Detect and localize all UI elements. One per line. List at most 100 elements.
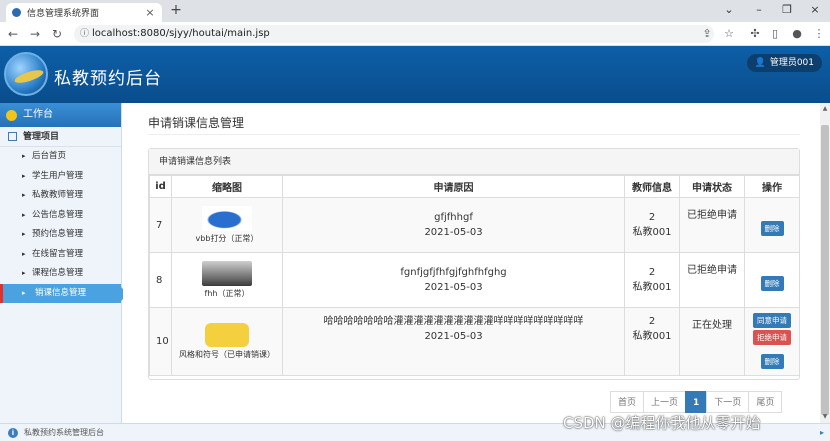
- thumbnail-cell: 风格和符号（已申请销课）: [171, 307, 283, 376]
- sidebar-item-label: 在线留言管理: [32, 248, 84, 259]
- user-icon: 👤: [754, 58, 766, 68]
- page-title: 申请销课信息管理: [148, 116, 245, 130]
- url-text: localhost:8080/sjyy/houtai/main.jsp: [92, 28, 270, 39]
- user-menu-button[interactable]: 👤 管理员001: [746, 54, 822, 72]
- sidebar-item-label: 学生用户管理: [32, 170, 84, 181]
- reload-icon[interactable]: ↻: [50, 27, 64, 41]
- table-row: 10 风格和符号（已申请销课） 哈哈哈哈哈哈哈灌灌灌灌灌灌灌灌灌灌咩咩咩咩咩咩咩…: [149, 307, 800, 376]
- sidebar-item-courses[interactable]: 课程信息管理: [0, 264, 121, 284]
- tab-search-icon[interactable]: ⌄: [722, 3, 736, 16]
- reason-cell: 哈哈哈哈哈哈哈灌灌灌灌灌灌灌灌灌灌咩咩咩咩咩咩咩咩咩 2021-05-03: [282, 307, 625, 376]
- reason-text: 哈哈哈哈哈哈哈灌灌灌灌灌灌灌灌灌灌咩咩咩咩咩咩咩咩咩: [323, 316, 584, 327]
- list-panel: 申请销课信息列表 id 缩略图 申请原因 教师信息 申请状态 操作 7 vbb打…: [148, 148, 800, 380]
- current-page-button[interactable]: 1: [685, 391, 708, 413]
- sidebar-item-bookings[interactable]: 预约信息管理: [0, 225, 121, 245]
- list-icon: [8, 132, 17, 141]
- vertical-scrollbar[interactable]: ▲ ▼: [820, 103, 830, 423]
- sidebar-group-label: 管理项目: [23, 131, 60, 142]
- sidebar-head-label: 工作台: [23, 109, 53, 120]
- menu-kebab-icon[interactable]: ⋮: [812, 27, 826, 40]
- sidebar-item-label: 课程信息管理: [32, 268, 84, 278]
- sidebar-item-label: 预约信息管理: [32, 229, 84, 239]
- status-cell: 已拒绝申请: [679, 197, 745, 253]
- sidebar-item-home[interactable]: 后台首页: [0, 147, 121, 167]
- status-cell: 已拒绝申请: [679, 252, 745, 308]
- scroll-down-icon[interactable]: ▼: [820, 413, 830, 420]
- sidebar-panel-icon[interactable]: ▯: [768, 27, 782, 40]
- forward-icon[interactable]: →: [28, 27, 42, 41]
- sidebar-item-label: 公告信息管理: [32, 209, 84, 220]
- browser-tab[interactable]: 信息管理系统界面 ×: [6, 3, 162, 22]
- teacher-name: 私教001: [632, 331, 672, 342]
- column-header: 申请原因: [282, 175, 625, 198]
- status-cell: 正在处理: [679, 307, 745, 376]
- sidebar-item-students[interactable]: 学生用户管理: [0, 167, 121, 187]
- table-row: 7 vbb打分（正常） gfjfhhgf 2021-05-03 2 私教001 …: [149, 197, 800, 253]
- expand-arrow-icon[interactable]: ▸: [820, 424, 824, 441]
- info-icon[interactable]: ⓘ: [80, 25, 89, 43]
- reason-date: 2021-05-03: [424, 282, 483, 293]
- sidebar-workbench-header[interactable]: 工作台: [0, 103, 121, 127]
- pagination: 首页 上一页 1 下一页 尾页: [610, 391, 783, 413]
- next-page-button[interactable]: 下一页: [706, 391, 750, 413]
- thumbnail-caption: 风格和符号（已申请销课）: [179, 350, 275, 359]
- reason-cell: fgnfjgfjfhfgjfghfhfghg 2021-05-03: [282, 252, 625, 308]
- sidebar-group-manage[interactable]: 管理项目: [0, 127, 121, 147]
- scroll-thumb[interactable]: [821, 125, 829, 415]
- delete-button[interactable]: 删除: [760, 354, 784, 369]
- first-page-button[interactable]: 首页: [610, 391, 645, 413]
- window-close-icon[interactable]: ×: [808, 3, 822, 16]
- back-icon[interactable]: ←: [6, 27, 20, 41]
- thumbnail-image[interactable]: [205, 323, 249, 347]
- browser-tab-title: 信息管理系统界面: [27, 9, 100, 19]
- last-page-button[interactable]: 尾页: [748, 391, 783, 413]
- reason-date: 2021-05-03: [424, 227, 483, 238]
- extensions-icon[interactable]: ✣: [748, 27, 762, 40]
- main-content: 申请销课信息管理 申请销课信息列表 id 缩略图 申请原因 教师信息 申请状态 …: [123, 103, 820, 423]
- prev-page-button[interactable]: 上一页: [643, 391, 687, 413]
- delete-button[interactable]: 删除: [760, 276, 784, 291]
- action-cell: 删除: [744, 252, 800, 308]
- row-id: 7: [149, 197, 172, 253]
- close-tab-icon[interactable]: ×: [144, 6, 156, 19]
- app-header: 私教预约后台 👤 管理员001: [0, 46, 830, 103]
- action-cell: 同意申请 拒绝申请 删除: [744, 307, 800, 376]
- watermark-text: CSDN @编程你我他从零开始: [563, 414, 761, 432]
- column-header: 申请状态: [679, 175, 745, 198]
- reason-text: fgnfjgfjfhfgjfghfhfghg: [400, 267, 507, 278]
- browser-tab-bar: 信息管理系统界面 × + ⌄ – ❐ ×: [0, 0, 830, 22]
- sidebar-item-label: 销课信息管理: [35, 287, 87, 298]
- thumbnail-cell: vbb打分（正常）: [171, 197, 283, 253]
- restore-icon[interactable]: ❐: [780, 3, 794, 16]
- new-tab-icon[interactable]: +: [168, 2, 184, 18]
- teacher-number: 2: [648, 267, 656, 278]
- reason-cell: gfjfhhgf 2021-05-03: [282, 197, 625, 253]
- favicon-icon: [12, 8, 21, 17]
- profile-icon[interactable]: ●: [790, 27, 804, 40]
- thumbnail-caption: vbb打分（正常）: [195, 234, 259, 243]
- delete-button[interactable]: 删除: [760, 221, 784, 236]
- reject-button[interactable]: 拒绝申请: [753, 330, 791, 345]
- teacher-cell: 2 私教001: [624, 252, 680, 308]
- sidebar-item-announcements[interactable]: 公告信息管理: [0, 206, 121, 226]
- row-id: 10: [149, 307, 172, 376]
- sidebar-item-messages[interactable]: 在线留言管理: [0, 245, 121, 265]
- share-icon[interactable]: ⇪: [700, 27, 714, 40]
- url-field[interactable]: ⓘ localhost:8080/sjyy/houtai/main.jsp: [74, 25, 714, 43]
- sidebar-item-cancellations[interactable]: 销课信息管理: [0, 283, 128, 303]
- workbench-icon: [6, 109, 17, 121]
- scroll-up-icon[interactable]: ▲: [820, 105, 830, 112]
- thumbnail-image[interactable]: [202, 206, 252, 231]
- bookmark-star-icon[interactable]: ☆: [722, 27, 736, 40]
- table-header-row: id 缩略图 申请原因 教师信息 申请状态 操作: [149, 175, 800, 198]
- teacher-cell: 2 私教001: [624, 307, 680, 376]
- column-header: 缩略图: [171, 175, 283, 198]
- minimize-icon[interactable]: –: [752, 3, 766, 16]
- sidebar-item-teachers[interactable]: 私教教师管理: [0, 186, 121, 206]
- reason-date: 2021-05-03: [424, 331, 483, 342]
- user-label: 管理员001: [769, 58, 814, 68]
- teacher-cell: 2 私教001: [624, 197, 680, 253]
- thumbnail-cell: fhh（正常）: [171, 252, 283, 308]
- thumbnail-image[interactable]: [202, 261, 252, 286]
- agree-button[interactable]: 同意申请: [753, 313, 791, 328]
